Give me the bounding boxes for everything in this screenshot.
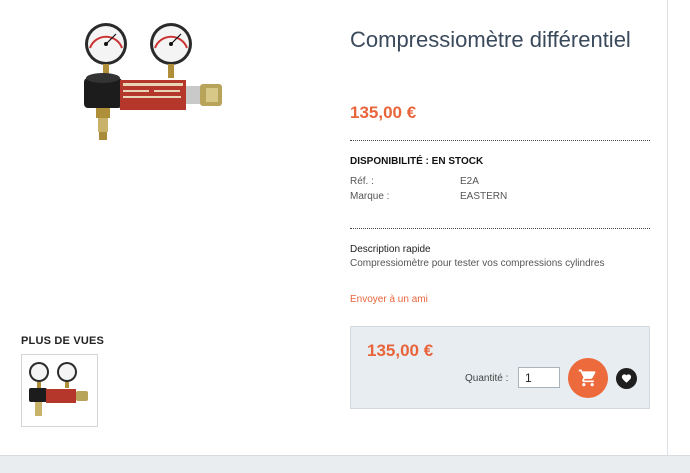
product-main-image[interactable]	[76, 22, 231, 152]
page-border	[667, 0, 668, 455]
attribute-value: E2A	[460, 176, 479, 187]
availability-status: DISPONIBILITÉ : EN STOCK	[350, 156, 484, 167]
add-to-wishlist-button[interactable]	[616, 368, 637, 389]
send-to-friend-link[interactable]: Envoyer à un ami	[350, 294, 428, 305]
divider	[350, 228, 650, 229]
add-to-cart-box: 135,00 € Quantité :	[350, 326, 650, 409]
quantity-input[interactable]	[518, 367, 560, 388]
product-title: Compressiomètre différentiel	[350, 27, 631, 52]
divider	[350, 140, 650, 141]
product-thumbnail[interactable]	[21, 354, 98, 427]
short-description-title: Description rapide	[350, 244, 431, 255]
attribute-value: EASTERN	[460, 191, 508, 202]
page-footer-band	[0, 455, 690, 473]
attribute-label: Réf. :	[350, 176, 374, 187]
product-price: 135,00 €	[350, 103, 417, 122]
attribute-label: Marque :	[350, 191, 390, 202]
quantity-label: Quantité :	[465, 373, 509, 384]
short-description-text: Compressiomètre pour tester vos compress…	[350, 258, 605, 269]
more-views-title: PLUS DE VUES	[21, 335, 105, 347]
add-to-cart-button[interactable]	[568, 358, 608, 398]
buy-box-price: 135,00 €	[367, 341, 434, 360]
